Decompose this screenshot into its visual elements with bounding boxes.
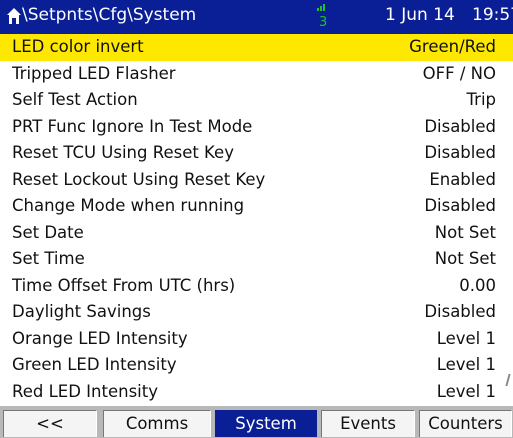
row-label: Self Test Action (12, 90, 138, 109)
bottom-tab-bar: << Comms System Events Counters (0, 406, 513, 438)
setpoint-list: LED color invert Green/Red Tripped LED F… (0, 34, 513, 405)
header-date: 1 Jun 14 (385, 5, 455, 25)
row-value: Level 1 (436, 381, 496, 401)
row-label: Time Offset From UTC (hrs) (12, 275, 236, 295)
row-value: 0.00 (459, 275, 496, 295)
row-value: OFF / NO (422, 63, 496, 83)
list-row-daylight-savings[interactable]: Daylight Savings Disabled (0, 299, 513, 326)
header-bar: \Setpnts\Cfg\System 3 1 Jun 14 19:57 (0, 0, 513, 34)
row-value: Disabled (424, 302, 496, 321)
row-value: Not Set (434, 222, 496, 242)
row-value: Disabled (424, 143, 496, 162)
home-icon[interactable] (6, 7, 22, 25)
tab-system[interactable]: System (215, 410, 317, 437)
breadcrumb-path: \Setpnts\Cfg\System (22, 5, 197, 25)
row-label: Reset TCU Using Reset Key (12, 143, 234, 162)
tab-comms[interactable]: Comms (103, 410, 211, 437)
row-label: Orange LED Intensity (12, 328, 188, 348)
row-value: Disabled (424, 196, 496, 215)
list-row-orange-led-intensity[interactable]: Orange LED Intensity Level 1 (0, 325, 513, 352)
tab-counters[interactable]: Counters (419, 410, 512, 437)
row-label: Tripped LED Flasher (12, 63, 176, 83)
row-label: Reset Lockout Using Reset Key (12, 169, 266, 189)
relay-display-screen: \Setpnts\Cfg\System 3 1 Jun 14 19:57 LED… (0, 0, 513, 438)
signal-strength-icon: 3 (317, 4, 327, 28)
row-label: Green LED Intensity (12, 355, 177, 374)
tab-events[interactable]: Events (321, 410, 415, 437)
list-row-time-offset[interactable]: Time Offset From UTC (hrs) 0.00 (0, 272, 513, 299)
row-label: Red LED Intensity (12, 381, 158, 401)
row-label: LED color invert (12, 37, 144, 56)
list-row-self-test-action[interactable]: Self Test Action Trip (0, 87, 513, 114)
row-label: Change Mode when running (12, 196, 245, 215)
row-label: Set Date (12, 222, 84, 242)
list-row-set-date[interactable]: Set Date Not Set (0, 219, 513, 246)
row-value: Enabled (429, 169, 496, 189)
row-label: PRT Func Ignore In Test Mode (12, 116, 253, 136)
row-value: Not Set (434, 249, 496, 268)
list-row-led-color-invert[interactable]: LED color invert Green/Red (0, 34, 513, 61)
tab-back[interactable]: << (3, 410, 97, 437)
list-row-green-led-intensity[interactable]: Green LED Intensity Level 1 (0, 352, 513, 379)
signal-marker: 3 (319, 15, 327, 28)
row-label: Daylight Savings (12, 302, 151, 321)
row-label: Set Time (12, 249, 85, 268)
list-row-reset-tcu[interactable]: Reset TCU Using Reset Key Disabled (0, 140, 513, 167)
list-row-prt-func-ignore[interactable]: PRT Func Ignore In Test Mode Disabled (0, 113, 513, 140)
row-value: Green/Red (409, 37, 496, 56)
list-row-change-mode[interactable]: Change Mode when running Disabled (0, 193, 513, 220)
list-row-red-led-intensity[interactable]: Red LED Intensity Level 1 (0, 378, 513, 405)
row-value: Disabled (424, 116, 496, 136)
row-value: Level 1 (436, 355, 496, 374)
list-row-reset-lockout[interactable]: Reset Lockout Using Reset Key Enabled (0, 166, 513, 193)
row-value: Trip (466, 90, 497, 109)
row-value: Level 1 (436, 328, 496, 348)
header-time: 19:57 (472, 5, 513, 25)
list-row-tripped-led-flasher[interactable]: Tripped LED Flasher OFF / NO (0, 60, 513, 87)
list-row-set-time[interactable]: Set Time Not Set (0, 246, 513, 273)
